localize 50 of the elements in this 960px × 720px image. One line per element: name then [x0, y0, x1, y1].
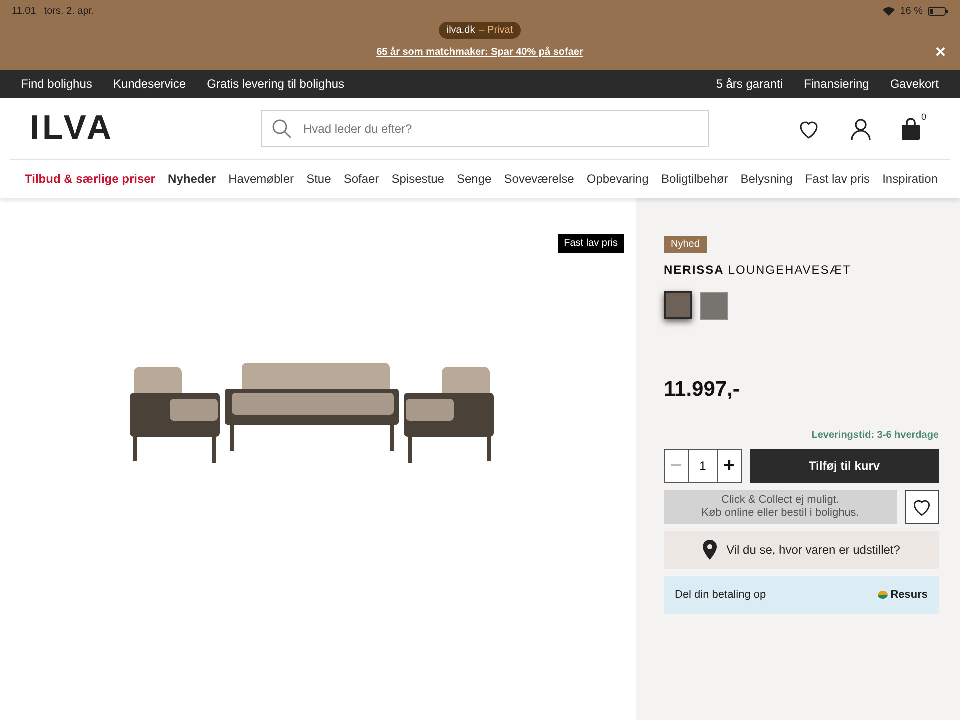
- nav-item[interactable]: Sofaer: [344, 172, 380, 186]
- nav-item[interactable]: Boligtilbehør: [661, 172, 728, 186]
- battery-percent: 16 %: [900, 6, 923, 16]
- nav-item[interactable]: Spisestue: [392, 172, 444, 186]
- cart-button[interactable]: 0: [901, 110, 930, 140]
- search-bar[interactable]: Hvad leder du efter?: [260, 110, 708, 147]
- product-title: NERISSA LOUNGEHAVESÆT: [664, 263, 852, 277]
- color-swatch[interactable]: [664, 291, 692, 319]
- status-date: tors. 2. apr.: [44, 6, 94, 16]
- search-icon: [272, 118, 292, 138]
- promo-link[interactable]: 65 år som matchmaker: Spar 40% på sofaer: [376, 46, 584, 58]
- close-button[interactable]: ×: [933, 43, 948, 61]
- wifi-icon: [883, 6, 896, 16]
- showroom-button[interactable]: Vil du se, hvor varen er udstillet?: [664, 531, 939, 569]
- payment-text: Del din betaling op: [675, 589, 766, 601]
- nav-item[interactable]: Nyheder: [168, 172, 216, 186]
- product-price: 11.997,-: [664, 378, 741, 402]
- nav-item[interactable]: Fast lav pris: [805, 172, 870, 186]
- color-swatch[interactable]: [700, 292, 728, 320]
- click-collect-notice: Click & Collect ej muligt. Køb online eller bestil i bolighus.: [664, 490, 897, 524]
- quantity-field[interactable]: 1: [688, 450, 718, 482]
- top-link[interactable]: Kundeservice: [113, 77, 186, 91]
- new-tag: Nyhed: [664, 236, 707, 253]
- wishlist-button[interactable]: [905, 490, 939, 524]
- top-link[interactable]: Gavekort: [890, 77, 939, 91]
- nav-item[interactable]: Opbevaring: [586, 172, 649, 186]
- shopping-bag-icon: [901, 118, 921, 140]
- top-link[interactable]: Find bolighus: [21, 77, 92, 91]
- nav-item[interactable]: Stue: [306, 172, 332, 186]
- resurs-logo: Resurs: [878, 589, 928, 601]
- top-link[interactable]: Gratis levering til bolighus: [207, 77, 345, 91]
- user-icon: [849, 116, 873, 140]
- location-pin-icon: [702, 540, 717, 560]
- search-field[interactable]: Hvad leder du efter?: [302, 120, 698, 136]
- battery-icon: [928, 6, 948, 16]
- nav-item[interactable]: Havemøbler: [228, 172, 294, 186]
- logo[interactable]: ILVA: [30, 109, 132, 148]
- add-to-cart-button[interactable]: Tilføj til kurv: [750, 449, 939, 483]
- nav-item[interactable]: Belysning: [740, 172, 793, 186]
- url-pill[interactable]: ilva.dk – Privat: [438, 22, 522, 39]
- nav-item[interactable]: Soveværelse: [504, 172, 574, 186]
- top-link[interactable]: 5 års garanti: [716, 77, 783, 91]
- delivery-time: Leveringstid: 3-6 hverdage: [812, 430, 939, 441]
- nav-item[interactable]: Senge: [457, 172, 492, 186]
- price-badge: Fast lav pris: [558, 234, 624, 253]
- account-button[interactable]: [849, 116, 873, 140]
- top-link[interactable]: Finansiering: [804, 77, 870, 91]
- nav-item[interactable]: Inspiration: [882, 172, 938, 186]
- status-time: 11.01: [12, 6, 36, 16]
- nav-item[interactable]: Tilbud & særlige priser: [25, 172, 156, 186]
